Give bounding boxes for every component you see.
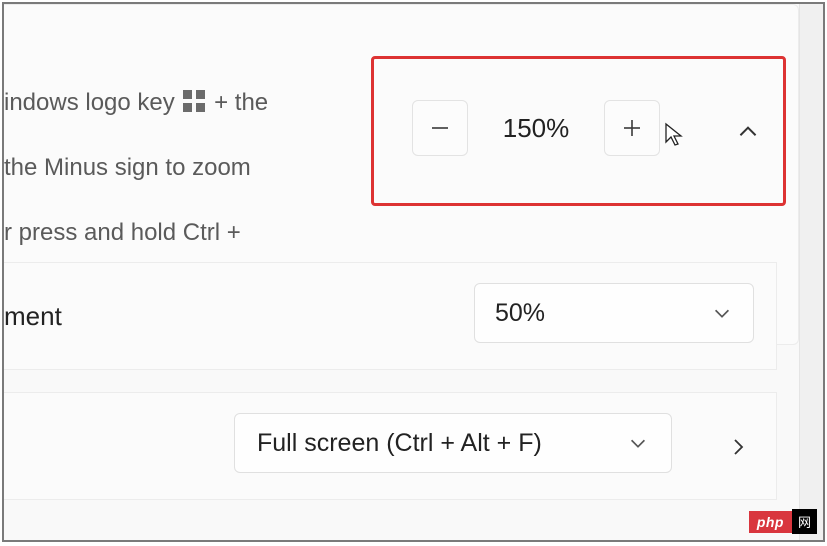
zoom-out-button[interactable]	[412, 100, 468, 156]
watermark-suffix: 网	[792, 509, 817, 534]
zoom-increment-row: ment 50%	[4, 262, 777, 370]
expand-button[interactable]	[718, 427, 758, 467]
chevron-down-icon	[627, 432, 649, 454]
fullscreen-value: Full screen (Ctrl + Alt + F)	[257, 429, 615, 458]
vertical-scrollbar[interactable]	[799, 4, 823, 540]
increment-dropdown[interactable]: 50%	[474, 283, 754, 343]
watermark: php 网	[749, 509, 817, 534]
desc-line2: the Minus sign to zoom	[4, 154, 251, 181]
chevron-up-icon	[735, 119, 761, 145]
zoom-value: 150%	[496, 113, 576, 144]
chevron-right-icon	[726, 435, 750, 459]
desc-line3: r press and hold Ctrl +	[4, 219, 241, 246]
zoom-controls: 150%	[412, 100, 660, 156]
chevron-down-icon	[711, 302, 733, 324]
minus-icon	[428, 116, 452, 140]
desc-line1b: + the	[207, 89, 268, 116]
increment-label: ment	[4, 301, 62, 332]
fullscreen-dropdown[interactable]: Full screen (Ctrl + Alt + F)	[234, 413, 672, 473]
zoom-in-button[interactable]	[604, 100, 660, 156]
watermark-brand: php	[749, 511, 792, 533]
windows-logo-icon	[183, 90, 205, 112]
collapse-button[interactable]	[724, 108, 772, 156]
plus-icon	[620, 116, 644, 140]
desc-line1a: indows logo key	[4, 89, 181, 116]
increment-value: 50%	[495, 299, 711, 328]
fullscreen-row: Full screen (Ctrl + Alt + F)	[4, 392, 777, 500]
